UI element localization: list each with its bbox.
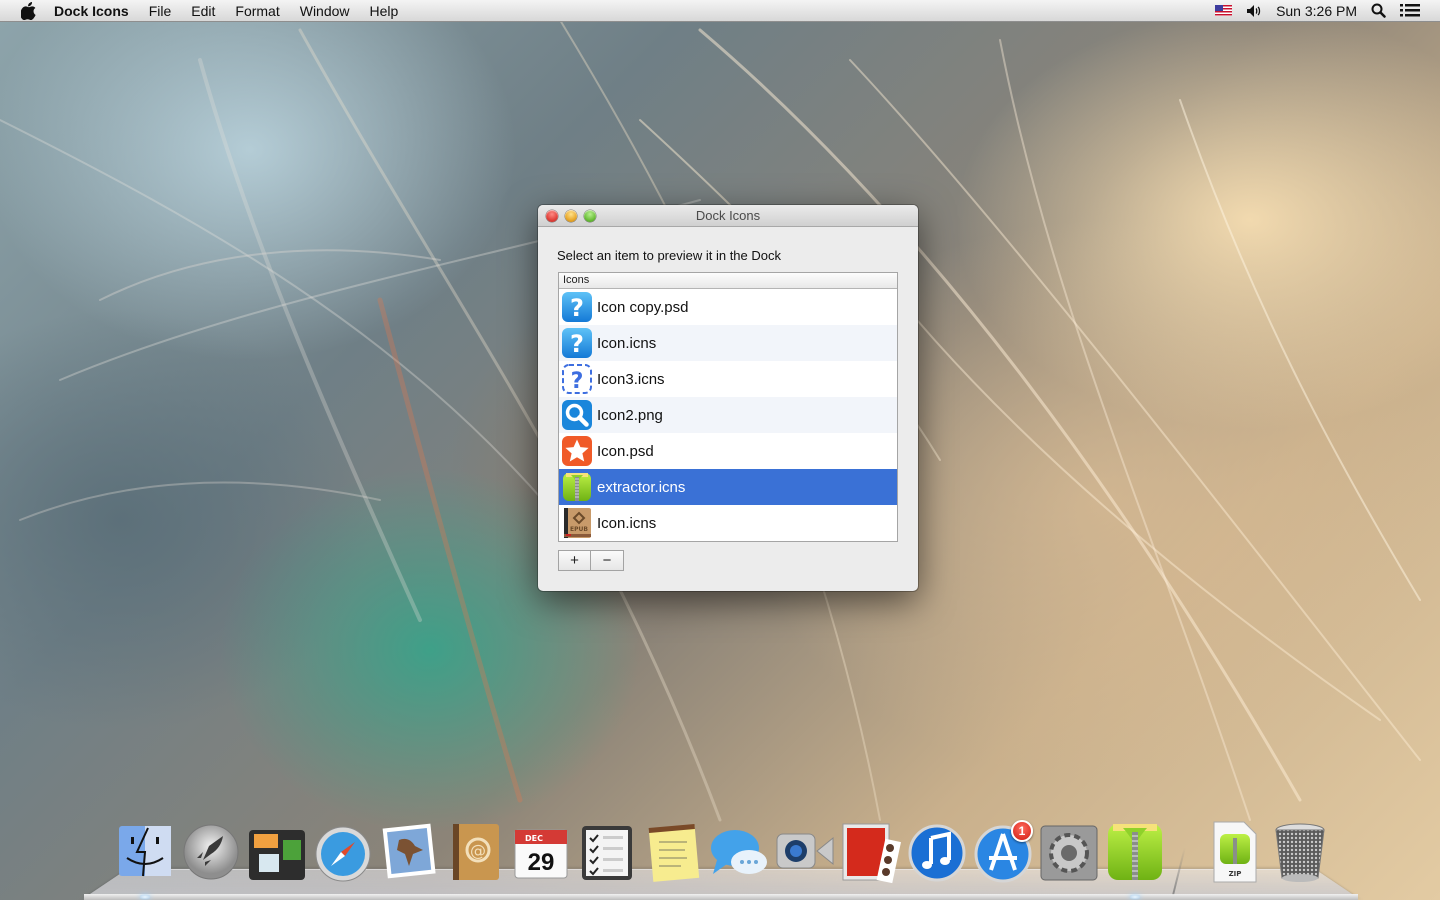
menu-format[interactable]: Format — [225, 0, 289, 22]
dock-item-reminders[interactable] — [577, 820, 637, 884]
table-row[interactable]: ? Icon.icns — [559, 325, 897, 361]
dock-item-contacts[interactable]: @ — [445, 820, 505, 884]
row-label: Icon.psd — [597, 442, 654, 460]
dock-item-facetime[interactable] — [775, 820, 835, 884]
calendar-month: DEC — [525, 834, 543, 843]
star-icon — [562, 436, 592, 466]
compass-icon — [315, 826, 371, 882]
mail-stamp-icon — [382, 823, 436, 879]
gear-icon — [1040, 825, 1098, 881]
table-row[interactable]: ? Icon3.icns — [559, 361, 897, 397]
zip-extractor-icon — [1108, 824, 1162, 880]
menu-edit[interactable]: Edit — [181, 0, 225, 22]
table-row[interactable]: Icon.psd — [559, 433, 897, 469]
dock-item-calendar[interactable]: DEC 29 — [511, 820, 571, 884]
column-header-icons[interactable]: Icons — [559, 273, 897, 289]
add-button[interactable]: + — [558, 550, 591, 571]
extractor-running-indicator — [1130, 895, 1140, 899]
svg-text:?: ? — [571, 369, 584, 394]
add-remove-control: + − — [558, 550, 624, 571]
dock-item-extractor[interactable] — [1105, 820, 1165, 884]
svg-text:EPUB: EPUB — [570, 526, 588, 533]
icons-table[interactable]: Icons ? Icon copy.psd ? Icon.icns ? Icon… — [558, 272, 898, 542]
dock-item-messages[interactable] — [709, 820, 769, 884]
window-titlebar[interactable]: Dock Icons — [538, 205, 918, 227]
svg-text:@: @ — [470, 841, 486, 860]
photo-booth-icon — [842, 823, 901, 884]
dock-item-system-preferences[interactable] — [1039, 820, 1099, 884]
menu-help[interactable]: Help — [360, 0, 409, 22]
menu-app-name[interactable]: Dock Icons — [52, 0, 139, 22]
video-camera-icon — [776, 833, 834, 869]
mission-control-icon — [249, 830, 305, 880]
music-note-icon — [908, 824, 966, 882]
trash-can-icon — [1275, 823, 1325, 882]
zip-file-icon: ZIP — [1213, 821, 1257, 883]
magnifier-icon — [562, 400, 592, 430]
row-label: Icon2.png — [597, 406, 663, 424]
menu-bar: Dock Icons File Edit Format Window Help … — [0, 0, 1440, 22]
menu-file[interactable]: File — [139, 0, 182, 22]
table-row[interactable]: EPUB Icon.icns — [559, 505, 897, 541]
calendar-icon: DEC 29 — [514, 829, 568, 879]
table-row[interactable]: ? Icon copy.psd — [559, 289, 897, 325]
apple-menu[interactable] — [18, 1, 40, 20]
window-title: Dock Icons — [695, 208, 761, 223]
row-label: Icon3.icns — [597, 370, 665, 388]
row-label: extractor.icns — [597, 478, 686, 496]
question-mark-icon: ? — [562, 292, 592, 322]
epub-book-icon: EPUB — [564, 508, 591, 538]
question-mark-icon: ? — [562, 328, 592, 358]
table-row-selected[interactable]: extractor.icns — [559, 469, 897, 505]
apple-logo-icon — [21, 1, 36, 20]
notepad-icon — [648, 824, 700, 882]
address-book-icon: @ — [453, 824, 499, 880]
dock-item-zip-archive[interactable]: ZIP — [1204, 820, 1264, 884]
app-store-badge: 1 — [1011, 820, 1033, 842]
table-row[interactable]: Icon2.png — [559, 397, 897, 433]
dock-item-launchpad[interactable] — [181, 820, 241, 884]
remove-button[interactable]: − — [591, 550, 624, 571]
dock-item-photo-booth[interactable] — [841, 820, 901, 884]
magnifier-icon[interactable] — [1371, 3, 1386, 18]
zip-extractor-icon — [563, 473, 591, 501]
dock-item-notes[interactable] — [643, 820, 703, 884]
dock-base — [84, 894, 1358, 900]
dock-item-mail[interactable] — [379, 820, 439, 884]
menu-clock[interactable]: Sun 3:26 PM — [1276, 3, 1357, 19]
calendar-day: 29 — [528, 849, 555, 876]
dashed-question-mark-icon: ? — [562, 364, 592, 394]
speaker-icon[interactable] — [1246, 4, 1262, 18]
speech-bubbles-icon — [711, 830, 767, 874]
row-label: Icon copy.psd — [597, 298, 689, 316]
svg-text:?: ? — [570, 294, 584, 322]
dock-icons-window: Dock Icons Select an item to preview it … — [538, 205, 918, 591]
checklist-icon — [582, 826, 632, 880]
dock-item-finder[interactable] — [115, 820, 175, 884]
dock-item-itunes[interactable] — [907, 820, 967, 884]
instruction-label: Select an item to preview it in the Dock — [557, 248, 781, 263]
us-flag-icon[interactable] — [1215, 5, 1233, 16]
list-icon[interactable] — [1400, 3, 1420, 18]
svg-text:?: ? — [570, 330, 584, 358]
finder-running-indicator — [140, 895, 150, 899]
rocket-icon — [183, 824, 239, 880]
dock-item-safari[interactable] — [313, 820, 373, 884]
dock-item-trash[interactable] — [1270, 820, 1330, 884]
menu-window[interactable]: Window — [290, 0, 360, 22]
row-label: Icon.icns — [597, 514, 657, 532]
dock-item-mission-control[interactable] — [247, 820, 307, 884]
row-label: Icon.icns — [597, 334, 657, 352]
finder-icon — [119, 826, 171, 877]
zip-label: ZIP — [1229, 870, 1242, 878]
